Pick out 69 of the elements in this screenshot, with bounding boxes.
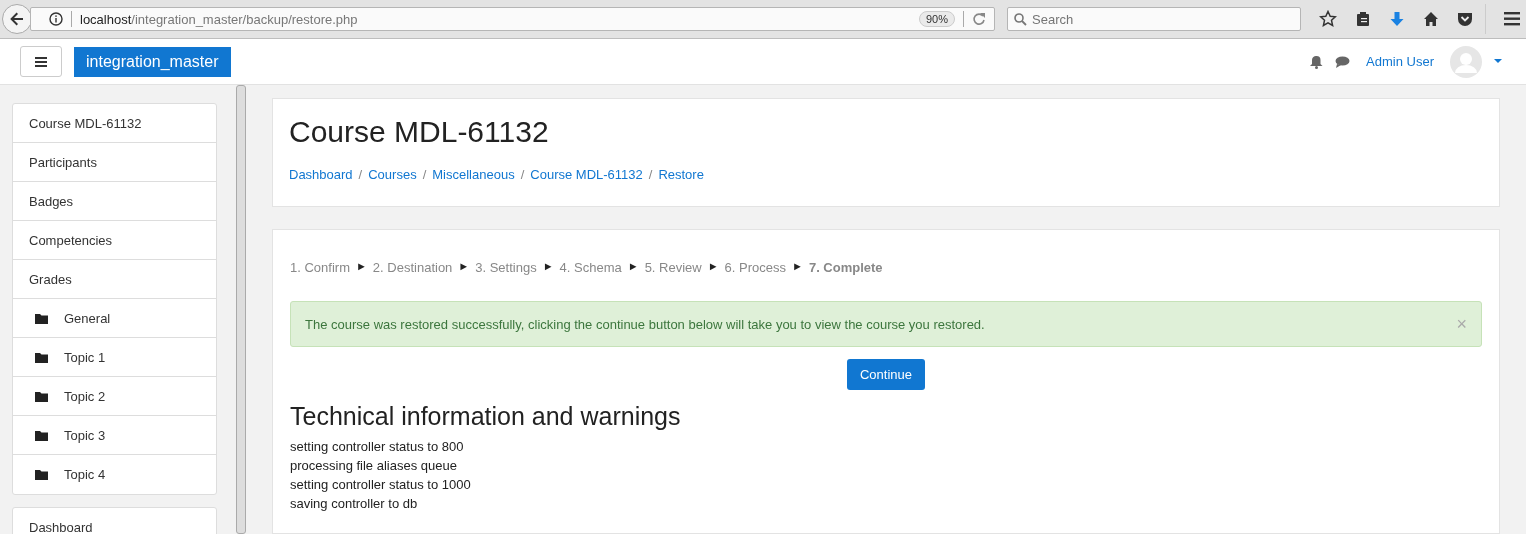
- alert-message: The course was restored successfully, clicking the continue button below will take you to view the course you restored.: [305, 316, 985, 332]
- sidebar-item[interactable]: Topic 2: [13, 377, 216, 416]
- back-button[interactable]: [2, 4, 32, 34]
- download-icon[interactable]: [1389, 11, 1405, 27]
- info-icon[interactable]: [49, 12, 63, 26]
- step-label: 4. Schema: [559, 260, 622, 275]
- log-line: saving controller to db: [290, 495, 419, 513]
- log-line: setting controller status to 1000: [290, 476, 472, 494]
- chat-icon[interactable]: [1335, 55, 1351, 68]
- breadcrumb-separator: /: [358, 167, 363, 182]
- step-arrow: ►: [542, 260, 554, 274]
- step-label: 1. Confirm: [290, 260, 350, 275]
- sidebar-item[interactable]: Course MDL-61132: [13, 104, 216, 143]
- sidebar-item[interactable]: Participants: [13, 143, 216, 182]
- breadcrumb-link[interactable]: Dashboard: [289, 167, 353, 182]
- splitter-handle[interactable]: [236, 85, 246, 534]
- sidebar-item[interactable]: General: [13, 299, 216, 338]
- pocket-icon[interactable]: [1457, 11, 1473, 27]
- bell-icon[interactable]: [1310, 54, 1324, 69]
- folder-icon: [35, 351, 48, 363]
- breadcrumb-separator: /: [520, 167, 525, 182]
- log-line: processing file aliases queue: [290, 457, 458, 475]
- step-arrow: ►: [792, 260, 803, 274]
- url-text: localhost/integration_master/backup/restore.php: [80, 11, 358, 27]
- user-name-link[interactable]: Admin User: [1366, 54, 1434, 69]
- site-name-link[interactable]: integration_master: [74, 46, 231, 77]
- menu-icon[interactable]: [1504, 12, 1520, 26]
- back-arrow-icon: [9, 11, 25, 27]
- breadcrumb-link[interactable]: Restore: [658, 167, 704, 182]
- folder-icon: [35, 429, 48, 441]
- sidebar-item[interactable]: Topic 4: [13, 455, 216, 494]
- sidebar-item[interactable]: Topic 1: [13, 338, 216, 377]
- folder-icon: [35, 390, 48, 402]
- zoom-badge[interactable]: 90%: [919, 11, 955, 27]
- sidebar-item[interactable]: Dashboard: [13, 508, 216, 534]
- section-heading: Technical information and warnings: [290, 402, 682, 431]
- menu-icon: [35, 56, 47, 67]
- breadcrumb-link[interactable]: Courses: [368, 167, 417, 182]
- continue-button[interactable]: Continue: [846, 359, 925, 390]
- sidebar-item[interactable]: Badges: [13, 182, 216, 221]
- breadcrumb-separator: /: [648, 167, 653, 182]
- step-arrow: ►: [707, 260, 719, 274]
- reading-list-icon[interactable]: [1355, 11, 1371, 27]
- folder-icon: [35, 469, 48, 480]
- folder-icon: [35, 312, 48, 324]
- caret-icon[interactable]: [1494, 59, 1502, 64]
- page-title: Course MDL-61132: [289, 115, 550, 149]
- breadcrumb-separator: /: [422, 167, 427, 182]
- step-label: 7. Complete: [808, 260, 883, 275]
- step-label: 2. Destination: [372, 260, 453, 275]
- step-label: 3. Settings: [475, 260, 537, 275]
- sidebar-item[interactable]: Grades: [13, 260, 216, 299]
- log-line: setting controller status to 800: [290, 438, 465, 456]
- sidebar-item[interactable]: Topic 3: [13, 416, 216, 455]
- home-icon[interactable]: [1423, 11, 1439, 27]
- breadcrumb-link[interactable]: Course MDL-61132: [530, 167, 643, 182]
- breadcrumb-link[interactable]: Miscellaneous: [432, 167, 515, 182]
- menu-button[interactable]: [20, 46, 62, 77]
- step-label: 6. Process: [724, 260, 786, 275]
- step-arrow: ►: [627, 260, 639, 274]
- sidebar-item[interactable]: Competencies: [13, 221, 216, 260]
- step-arrow: ►: [458, 260, 470, 274]
- address-bar[interactable]: localhost/integration_master/backup/restore.php 90%: [30, 7, 995, 31]
- reload-icon[interactable]: [972, 12, 986, 26]
- search-field[interactable]: Search: [1007, 7, 1301, 31]
- star-icon[interactable]: [1319, 10, 1337, 28]
- step-label: 5. Review: [644, 260, 702, 275]
- step-arrow: ►: [355, 260, 367, 274]
- search-icon: [1014, 13, 1027, 26]
